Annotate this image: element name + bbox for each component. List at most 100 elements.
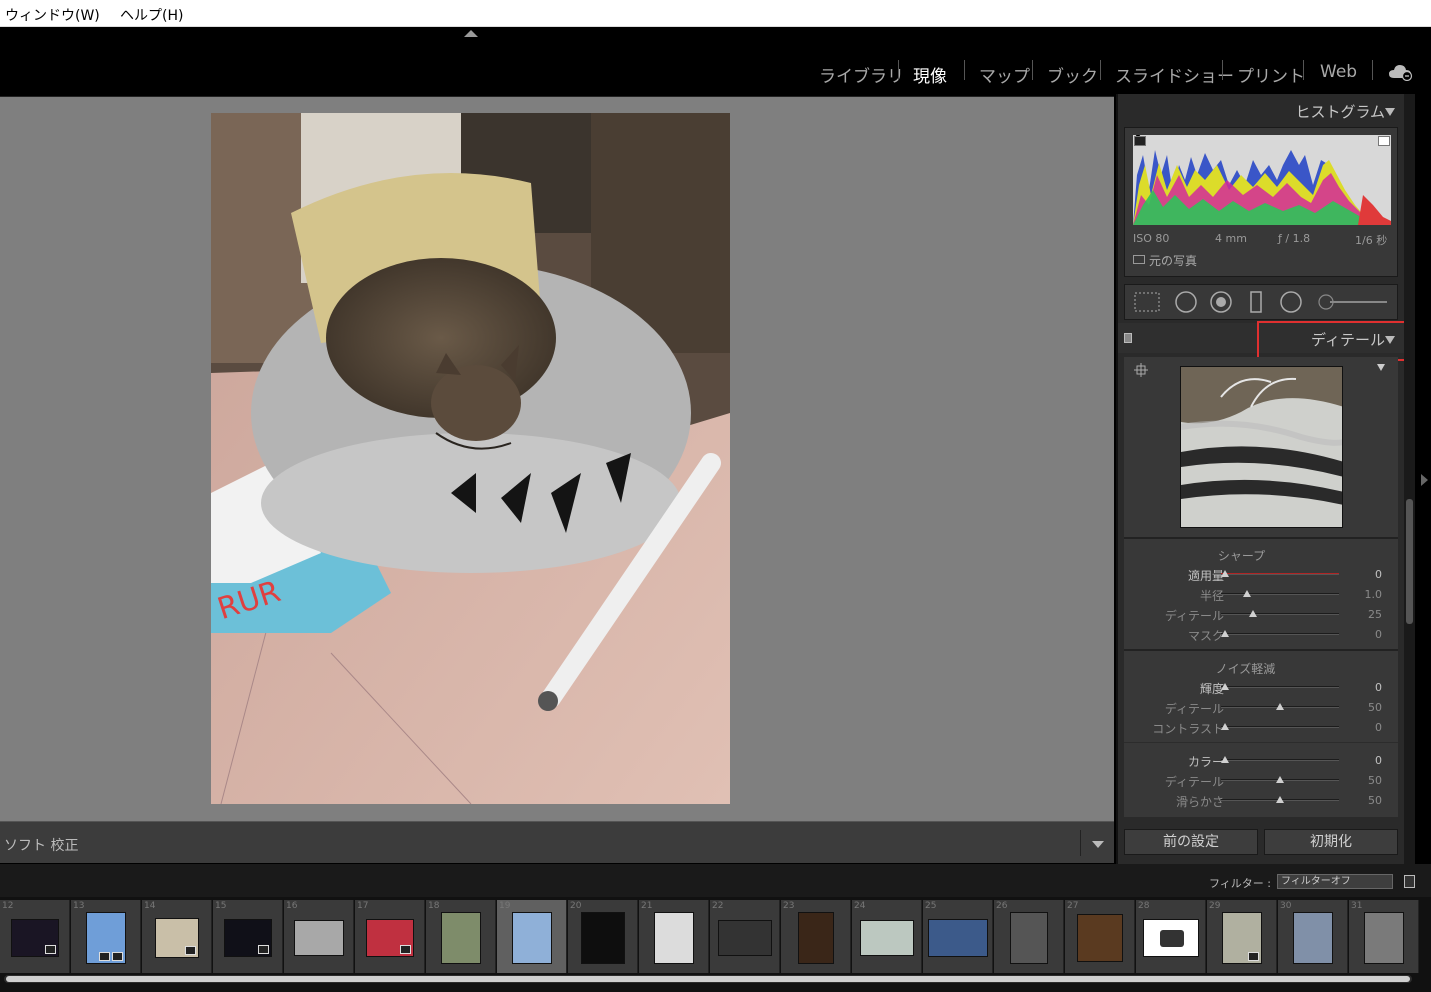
sharpen-radius-value[interactable]: 1.0 — [1332, 588, 1383, 601]
slider-thumb[interactable] — [1276, 776, 1284, 783]
sharpen-mask-value[interactable]: 0 — [1332, 628, 1382, 641]
filmstrip-thumbnail[interactable] — [718, 920, 772, 956]
filmstrip-thumbnail[interactable] — [294, 920, 344, 956]
filter-select[interactable]: フィルターオフ — [1277, 874, 1393, 889]
filmstrip-thumbnail[interactable] — [1077, 914, 1123, 962]
filmstrip-cell[interactable]: 27 — [1065, 900, 1135, 973]
highlight-clipping-toggle-icon[interactable] — [1378, 136, 1390, 146]
filmstrip-thumbnail[interactable] — [512, 912, 552, 964]
module-library[interactable]: ライブラリ — [819, 62, 904, 87]
slider-thumb[interactable] — [1221, 723, 1229, 730]
filmstrip-thumbnail[interactable] — [441, 912, 481, 964]
filmstrip-cell[interactable]: 21 — [639, 900, 709, 973]
filmstrip-thumbnail[interactable] — [1293, 912, 1333, 964]
spot-removal-icon[interactable] — [1175, 291, 1197, 313]
noise-contrast-value[interactable]: 0 — [1332, 721, 1382, 734]
scrollbar-thumb[interactable] — [1406, 499, 1413, 624]
sharpen-radius-slider[interactable] — [1221, 590, 1339, 597]
crop-tool-icon[interactable] — [1134, 292, 1160, 312]
filmstrip-cell[interactable]: 20 — [568, 900, 638, 973]
top-panel-toggle-icon[interactable] — [464, 30, 478, 37]
slider-thumb[interactable] — [1243, 590, 1251, 597]
filmstrip-thumbnail[interactable] — [1222, 912, 1262, 964]
image-canvas[interactable]: RUR — [0, 96, 1114, 821]
filmstrip-cell[interactable]: 25 — [923, 900, 993, 973]
menu-help[interactable]: ヘルプ(H) — [120, 5, 183, 25]
radial-filter-icon[interactable] — [1280, 291, 1302, 313]
slider-thumb[interactable] — [1221, 630, 1229, 637]
noise-luminance-value[interactable]: 0 — [1332, 681, 1382, 694]
filmstrip-thumbnail[interactable] — [366, 919, 414, 957]
sharpen-detail-slider[interactable] — [1221, 610, 1339, 617]
module-print[interactable]: プリント — [1237, 62, 1305, 87]
slider-thumb[interactable] — [1221, 683, 1229, 690]
filmstrip-cell[interactable]: 26 — [994, 900, 1064, 973]
graduated-filter-icon[interactable] — [1250, 291, 1262, 313]
target-adjust-icon[interactable] — [1134, 363, 1148, 377]
filmstrip-cell[interactable]: 19 — [497, 900, 567, 973]
filmstrip-thumbnail[interactable] — [86, 912, 126, 964]
scrollbar-thumb[interactable] — [6, 976, 1410, 982]
right-panel-scrollbar[interactable] — [1404, 94, 1415, 864]
filmstrip-cell[interactable]: 31 — [1349, 900, 1419, 973]
reset-button[interactable]: 初期化 — [1264, 829, 1398, 855]
detail-zoom-preview[interactable] — [1180, 366, 1343, 528]
filmstrip-cell[interactable]: 24 — [852, 900, 922, 973]
right-panel-toggle-icon[interactable] — [1421, 474, 1428, 486]
histogram-graph[interactable] — [1133, 133, 1391, 225]
filmstrip-thumbnail[interactable] — [11, 919, 59, 957]
filmstrip-cell[interactable]: 29 — [1207, 900, 1277, 973]
filmstrip-thumbnail[interactable] — [1364, 912, 1404, 964]
filmstrip-thumbnail[interactable] — [581, 912, 625, 964]
detail-panel-switch-icon[interactable] — [1124, 333, 1132, 343]
original-photo-checkbox[interactable] — [1133, 255, 1145, 264]
filmstrip-cell[interactable]: 15 — [213, 900, 283, 973]
shadow-clipping-toggle-icon[interactable] — [1134, 136, 1146, 146]
filmstrip-scrollbar[interactable] — [4, 975, 1412, 983]
histogram-collapse-icon[interactable] — [1385, 108, 1395, 116]
filmstrip-cell[interactable]: 23 — [781, 900, 851, 973]
sharpen-amount-slider[interactable] — [1221, 570, 1339, 577]
histogram-title[interactable]: ヒストグラム — [1295, 101, 1385, 122]
noise-smoothness-slider[interactable] — [1221, 796, 1339, 803]
noise-color-slider[interactable] — [1221, 756, 1339, 763]
module-slideshow[interactable]: スライドショー — [1115, 62, 1234, 87]
filmstrip-cell[interactable]: 30 — [1278, 900, 1348, 973]
slider-thumb[interactable] — [1248, 610, 1257, 617]
noise-color-detail-slider[interactable] — [1221, 776, 1339, 783]
noise-smoothness-value[interactable]: 50 — [1332, 794, 1382, 807]
noise-contrast-slider[interactable] — [1221, 723, 1339, 730]
filmstrip-cell[interactable]: 17 — [355, 900, 425, 973]
filmstrip-cell[interactable]: 18 — [426, 900, 496, 973]
slider-thumb[interactable] — [1221, 756, 1229, 763]
noise-luminance-detail-slider[interactable] — [1221, 703, 1339, 710]
sharpen-detail-value[interactable]: 25 — [1332, 608, 1382, 621]
filmstrip-cell[interactable]: 12 — [0, 900, 70, 973]
slider-thumb[interactable] — [1276, 796, 1284, 803]
filmstrip-cell[interactable]: 22 — [710, 900, 780, 973]
filmstrip-thumbnail[interactable] — [928, 919, 988, 957]
menu-window[interactable]: ウィンドウ(W) — [5, 5, 100, 25]
sharpen-amount-value[interactable]: 0 — [1332, 568, 1382, 581]
slider-thumb[interactable] — [1276, 703, 1284, 710]
module-book[interactable]: ブック — [1047, 62, 1098, 87]
filter-lock-icon[interactable] — [1404, 875, 1415, 888]
slider-thumb[interactable] — [1221, 570, 1229, 577]
noise-color-detail-value[interactable]: 50 — [1332, 774, 1382, 787]
module-web[interactable]: Web — [1320, 62, 1357, 82]
filmstrip-cell[interactable]: 16 — [284, 900, 354, 973]
filmstrip-cell[interactable]: 13 — [71, 900, 141, 973]
preview-toggle-icon[interactable] — [1377, 364, 1385, 371]
module-develop[interactable]: 現像 — [913, 62, 947, 87]
filmstrip-thumbnail[interactable] — [1010, 912, 1048, 964]
noise-luminance-slider[interactable] — [1221, 683, 1339, 690]
filmstrip-thumbnail[interactable] — [1143, 919, 1199, 957]
noise-color-value[interactable]: 0 — [1332, 754, 1382, 767]
filmstrip-thumbnail[interactable] — [860, 920, 914, 956]
filmstrip-cell[interactable]: 14 — [142, 900, 212, 973]
filmstrip-thumbnail[interactable] — [654, 912, 694, 964]
module-map[interactable]: マップ — [979, 62, 1030, 87]
previous-settings-button[interactable]: 前の設定 — [1124, 829, 1258, 855]
filmstrip-thumbnail[interactable] — [224, 919, 272, 957]
toolbar-options-chevron-icon[interactable] — [1080, 830, 1114, 856]
